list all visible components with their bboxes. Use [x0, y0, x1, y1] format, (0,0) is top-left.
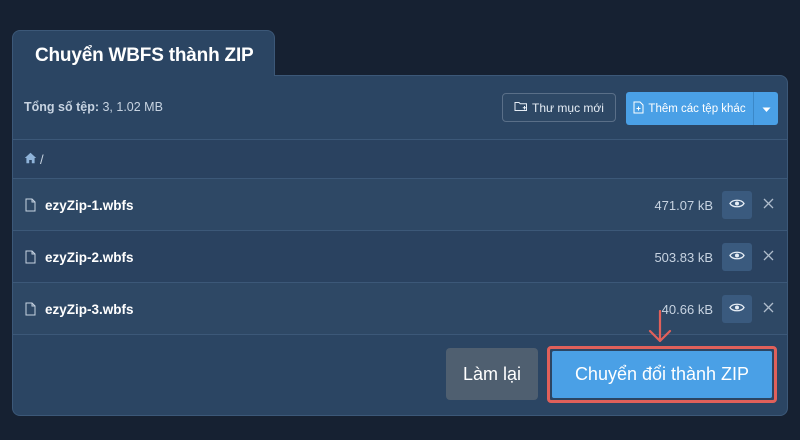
page-title: Chuyển WBFS thành ZIP [35, 45, 254, 66]
total-files-value: 3, 1.02 MB [99, 100, 163, 114]
total-files-label: Tổng số tệp: [24, 100, 99, 114]
arrow-down-icon [647, 309, 673, 349]
add-files-button[interactable]: Thêm các tệp khác [626, 92, 778, 125]
add-files-label: Thêm các tệp khác [648, 102, 746, 115]
file-size: 503.83 kB [654, 250, 713, 265]
eye-icon [729, 196, 745, 214]
preview-button[interactable] [722, 243, 752, 271]
file-name: ezyZip-3.wbfs [45, 302, 134, 317]
eye-icon [729, 300, 745, 318]
close-icon [763, 196, 774, 214]
file-icon [25, 250, 36, 269]
total-files-summary: Tổng số tệp: 3, 1.02 MB [24, 100, 163, 114]
new-folder-button[interactable]: Thư mục mới [502, 93, 616, 122]
breadcrumb-separator: / [40, 151, 44, 167]
file-row: ezyZip-1.wbfs 471.07 kB [13, 179, 787, 231]
file-panel: Tổng số tệp: 3, 1.02 MB Thư mục mới Thêm… [12, 75, 788, 416]
remove-file-button[interactable] [759, 300, 777, 318]
folder-plus-icon [514, 100, 528, 115]
preview-button[interactable] [722, 191, 752, 219]
preview-button[interactable] [722, 295, 752, 323]
remove-file-button[interactable] [759, 248, 777, 266]
file-name: ezyZip-2.wbfs [45, 250, 134, 265]
close-icon [763, 300, 774, 318]
breadcrumb: / [13, 139, 787, 179]
convert-button[interactable]: Chuyển đổi thành ZIP [552, 351, 772, 398]
home-icon[interactable] [24, 152, 37, 167]
caret-down-icon [762, 100, 771, 118]
add-files-main[interactable]: Thêm các tệp khác [626, 92, 753, 125]
convert-highlight: Chuyển đổi thành ZIP [547, 346, 777, 403]
file-name: ezyZip-1.wbfs [45, 198, 134, 213]
tool-tab: Chuyển WBFS thành ZIP [12, 30, 275, 76]
file-size: 471.07 kB [654, 198, 713, 213]
file-plus-icon [633, 101, 644, 117]
file-icon [25, 302, 36, 321]
close-icon [763, 248, 774, 266]
remove-file-button[interactable] [759, 196, 777, 214]
reset-button[interactable]: Làm lại [446, 348, 538, 400]
file-icon [25, 198, 36, 217]
new-folder-label: Thư mục mới [532, 100, 604, 115]
add-files-dropdown[interactable] [754, 92, 778, 125]
eye-icon [729, 248, 745, 266]
toolbar: Tổng số tệp: 3, 1.02 MB Thư mục mới Thêm… [13, 76, 787, 139]
file-row: ezyZip-2.wbfs 503.83 kB [13, 231, 787, 283]
